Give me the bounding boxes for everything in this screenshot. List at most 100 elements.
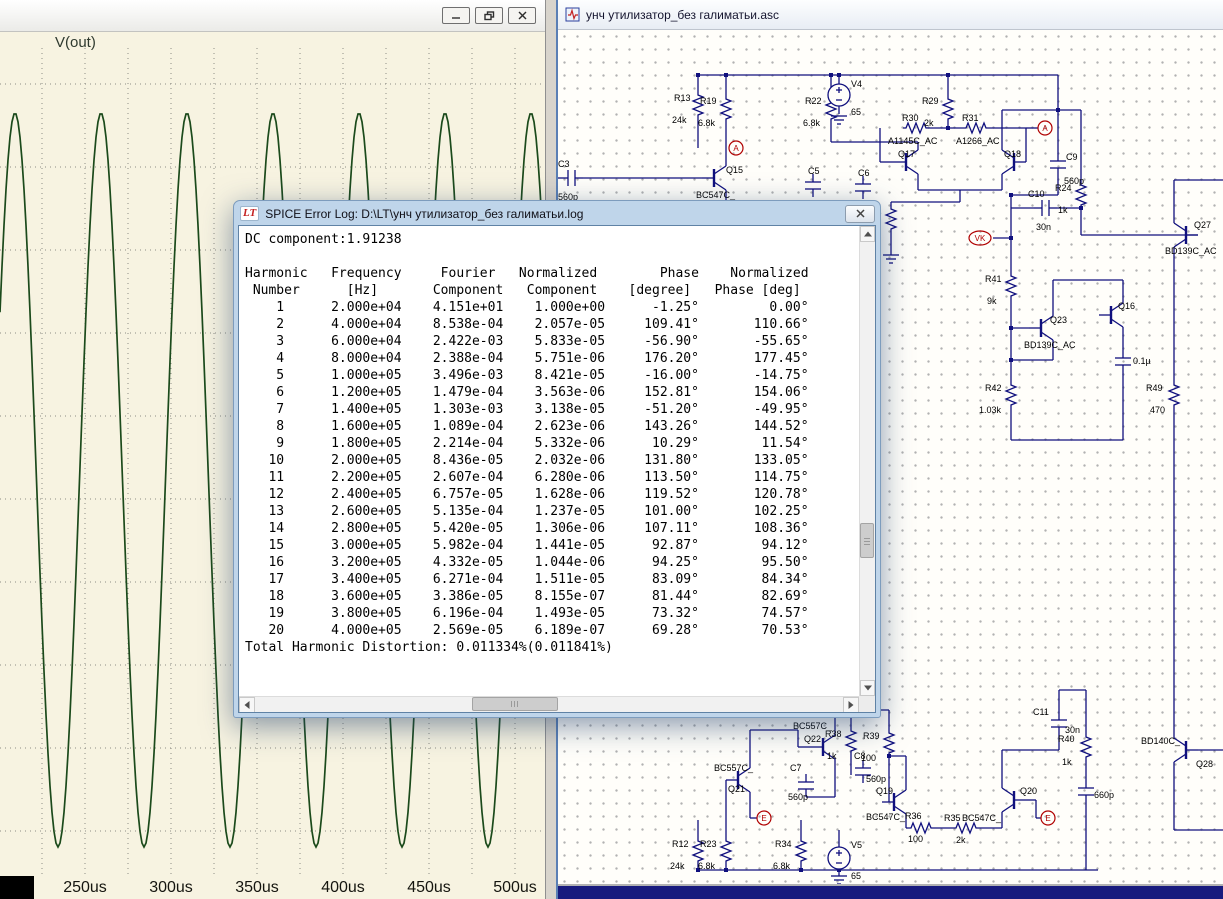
scroll-right-arrow[interactable] (843, 697, 859, 713)
component-label: V4 (851, 79, 862, 89)
scroll-up-arrow[interactable] (860, 226, 875, 242)
left-triangle-icon (245, 701, 250, 709)
component-label: 6.8k (803, 118, 821, 128)
component-label: A1145C_AC (888, 136, 938, 146)
component-label: R29 (922, 96, 939, 106)
schematic-bottom-strip (558, 884, 1223, 899)
minimize-button[interactable] (442, 7, 470, 24)
component-label: 470 (1150, 405, 1165, 415)
horizontal-scroll-track[interactable] (255, 697, 843, 712)
junction-dot (1056, 108, 1060, 112)
component-label: R39 (863, 731, 880, 741)
x-axis-label: 400us (308, 879, 378, 897)
restore-button[interactable] (475, 7, 503, 24)
resistor-symbol (1006, 382, 1016, 408)
close-button[interactable] (508, 7, 536, 24)
component-label: Q21 (728, 784, 745, 794)
component-label: C7 (790, 763, 802, 773)
waveform-titlebar[interactable] (0, 0, 545, 32)
component-label: C10 (1028, 189, 1045, 199)
horizontal-scrollbar[interactable] (239, 696, 859, 712)
net-flag-label: E (1045, 814, 1050, 823)
net-flag-label: E (761, 814, 766, 823)
component-label: 9k (987, 296, 997, 306)
window-controls (442, 7, 536, 24)
component-label: 1k (1062, 757, 1072, 767)
resistor-symbol (886, 206, 896, 232)
junction-dot (696, 73, 700, 77)
component-label: C11 (1033, 707, 1049, 717)
bottom-left-corner (0, 876, 34, 899)
component-label: BD139C_AC (1024, 340, 1076, 350)
log-client-area: DC component:1.91238 Harmonic Frequency … (238, 225, 876, 713)
component-label: 560p (788, 792, 808, 802)
component-label: C9 (1066, 152, 1078, 162)
component-label: C3 (558, 159, 570, 169)
resistor-symbol (1169, 382, 1179, 408)
scroll-left-arrow[interactable] (239, 697, 255, 713)
schematic-title: унч утилизатор_без галиматьи.asc (586, 8, 779, 22)
ltspice-schematic-icon (565, 7, 580, 22)
component-label: R38 (825, 729, 842, 739)
transistor-symbol (1174, 223, 1186, 231)
component-label: R24 (1055, 183, 1072, 193)
component-label: R35 (944, 813, 961, 823)
component-label: Q16 (1118, 301, 1135, 311)
transistor-symbol (1002, 788, 1014, 796)
x-axis-label: 450us (394, 879, 464, 897)
component-label: Q18 (1004, 149, 1021, 159)
transistor-symbol (906, 166, 918, 174)
component-label: 1.03k (979, 405, 1002, 415)
component-label: Q22 (804, 734, 821, 744)
junction-dot (724, 868, 728, 872)
component-label: R42 (985, 383, 1002, 393)
log-text: DC component:1.91238 Harmonic Frequency … (239, 226, 859, 696)
resistor-symbol (796, 838, 806, 864)
component-label: R13 (674, 93, 691, 103)
component-label: R19 (700, 96, 717, 106)
resistor-symbol (721, 838, 731, 864)
resistor-symbol (1081, 734, 1091, 760)
net-flag-label: A (733, 144, 739, 153)
component-label: C6 (858, 168, 870, 178)
component-label: BC547C_ (962, 813, 1002, 823)
component-label: R49 (1146, 383, 1163, 393)
log-titlebar[interactable]: LT SPICE Error Log: D:\LT\унч утилизатор… (234, 201, 880, 225)
component-label: R30 (902, 113, 919, 123)
junction-dot (1009, 358, 1013, 362)
component-label: 24k (670, 861, 685, 871)
junction-dot (829, 73, 833, 77)
component-label: Q20 (1020, 786, 1037, 796)
scrollbar-corner (859, 696, 875, 712)
close-icon (856, 209, 865, 218)
resistor-symbol (884, 730, 894, 756)
vertical-scrollbar[interactable] (859, 226, 875, 696)
horizontal-scroll-thumb[interactable] (472, 697, 558, 711)
junction-dot (946, 126, 950, 130)
component-label: C8 (854, 751, 866, 761)
log-close-button[interactable] (845, 205, 875, 223)
vertical-scroll-thumb[interactable] (860, 523, 874, 558)
component-label: BC557C_ (714, 763, 754, 773)
component-label: 6.8k (773, 861, 791, 871)
transistor-symbol (894, 790, 906, 798)
spice-error-log-window: LT SPICE Error Log: D:\LT\унч утилизатор… (233, 200, 881, 718)
component-label: BC547C_ (866, 812, 906, 822)
transistor-symbol (1174, 754, 1186, 762)
resistor-symbol (963, 123, 989, 133)
junction-dot (1009, 326, 1013, 330)
log-title: SPICE Error Log: D:\LT\унч утилизатор_бе… (265, 207, 839, 221)
component-label: 6.8k (698, 861, 716, 871)
component-label: 65 (851, 871, 861, 881)
schematic-titlebar[interactable]: унч утилизатор_без галиматьи.asc (558, 0, 1223, 30)
component-label: R22 (805, 96, 822, 106)
down-triangle-icon (864, 686, 872, 691)
transistor-symbol (714, 182, 726, 190)
transistor-symbol (714, 166, 726, 174)
resistor-symbol (908, 823, 934, 833)
vertical-scroll-track[interactable] (860, 242, 875, 680)
junction-dot (946, 73, 950, 77)
scroll-down-arrow[interactable] (860, 680, 875, 696)
minimize-icon (451, 11, 461, 20)
component-label: Q19 (876, 786, 893, 796)
